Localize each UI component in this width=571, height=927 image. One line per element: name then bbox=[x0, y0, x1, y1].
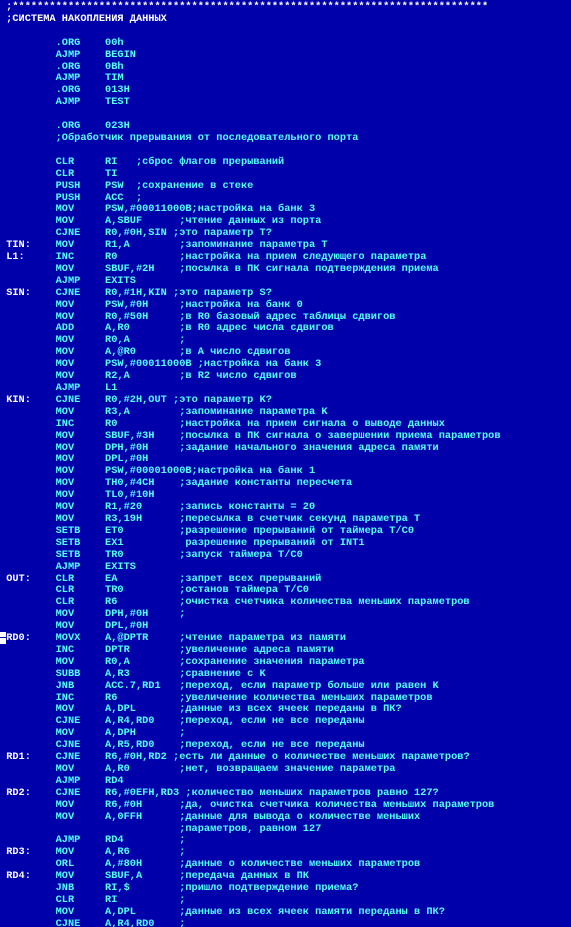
code-body[interactable]: .ORG 00h AJMP BEGIN .ORG 0Bh AJMP TIM .O… bbox=[0, 26, 571, 927]
top-line-2: ;СИСТЕМА НАКОПЛЕНИЯ ДАННЫХ bbox=[0, 14, 571, 26]
editor-screen: ;***************************************… bbox=[0, 0, 571, 927]
